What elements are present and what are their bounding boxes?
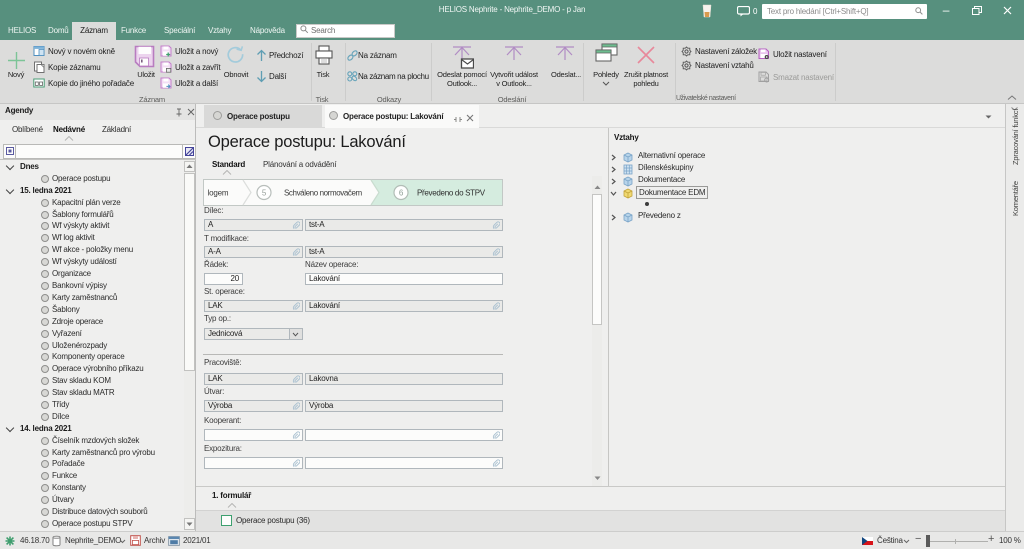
svg-text:Schváleno normovačem: Schváleno normovačem: [284, 189, 363, 198]
svg-text:logem: logem: [208, 189, 229, 198]
svg-text:Převedeno do STPV: Převedeno do STPV: [417, 189, 486, 198]
